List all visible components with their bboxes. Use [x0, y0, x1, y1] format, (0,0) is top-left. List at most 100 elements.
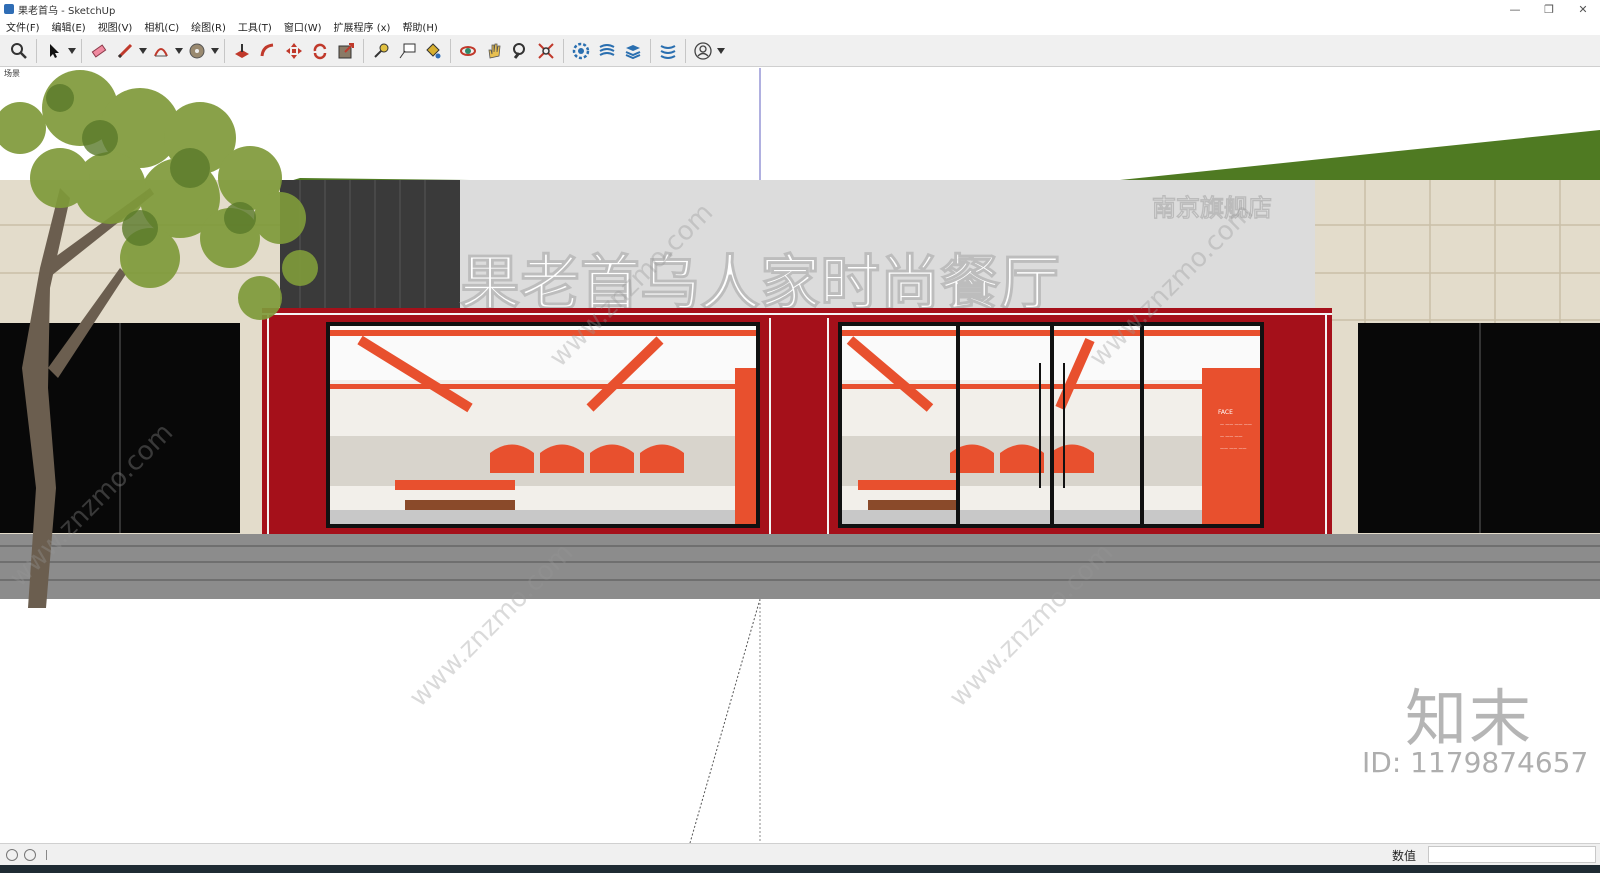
measurements-input[interactable]	[1428, 846, 1596, 863]
menu-draw[interactable]: 绘图(R)	[185, 19, 232, 34]
arc-dropdown[interactable]	[174, 38, 184, 64]
wall-board-line-3: —— —— ——	[1220, 446, 1247, 451]
toolbar-separator	[36, 38, 37, 63]
paint-bucket-icon	[426, 42, 441, 58]
arc-icon	[154, 47, 168, 56]
menu-camera[interactable]: 相机(C)	[138, 19, 185, 34]
paint-bucket-button[interactable]	[420, 38, 446, 64]
stone-panel	[280, 180, 460, 315]
restore-button[interactable]: ❐	[1532, 0, 1566, 18]
scale-icon	[338, 42, 354, 58]
menu-window[interactable]: 窗口(W)	[278, 19, 328, 34]
eraser-button[interactable]	[86, 38, 112, 64]
orbit-button[interactable]	[455, 38, 481, 64]
green-axis	[689, 598, 761, 843]
toolbar-separator	[363, 38, 364, 63]
arrow-cursor-icon	[50, 43, 59, 58]
menu-edit[interactable]: 编辑(E)	[46, 19, 92, 34]
pencil-dropdown[interactable]	[138, 38, 148, 64]
move-button[interactable]	[281, 38, 307, 64]
toolbar-separator	[224, 38, 225, 63]
toolbar-separator	[563, 38, 564, 63]
status-divider	[46, 850, 47, 860]
follow-me-icon	[260, 43, 274, 56]
chevron-down-icon	[717, 47, 725, 54]
watermark-brand: 知末	[1405, 682, 1534, 755]
warehouse-gear-icon	[572, 42, 590, 59]
zoom-extents-button[interactable]	[6, 38, 32, 64]
hand-icon	[488, 43, 501, 58]
push-pull-button[interactable]	[229, 38, 255, 64]
close-button[interactable]: ✕	[1566, 0, 1600, 18]
magnifier-icon	[11, 42, 27, 59]
right-pilaster	[1330, 323, 1358, 533]
watermark-id: ID: 1179874657	[1362, 746, 1589, 779]
interior-left	[328, 324, 758, 526]
3d-warehouse-button[interactable]	[568, 38, 594, 64]
extension-warehouse-button[interactable]	[594, 38, 620, 64]
menu-help[interactable]: 帮助(H)	[396, 19, 443, 34]
circle-shape-icon	[189, 43, 205, 58]
menu-view[interactable]: 视图(V)	[92, 19, 139, 34]
zoom-magnifier-icon	[513, 42, 525, 59]
toolbar-separator	[650, 38, 651, 63]
toolbar-separator	[450, 38, 451, 63]
taskbar	[0, 865, 1600, 873]
rotate-button[interactable]	[307, 38, 333, 64]
drawing-viewport[interactable]: 场景 果老首乌人家时尚餐厅 南京旗舰店 FACE — —— —— —— — ——…	[0, 68, 1600, 843]
shape-button[interactable]	[184, 38, 210, 64]
sandbox-icon	[660, 44, 676, 59]
layers-stack-icon	[625, 44, 641, 59]
toolbar-separator	[81, 38, 82, 63]
arc-button[interactable]	[148, 38, 174, 64]
lawn-right	[1120, 130, 1600, 184]
pencil-button[interactable]	[112, 38, 138, 64]
zoom-extents-icon	[538, 42, 554, 59]
chevron-down-icon	[139, 47, 147, 54]
rotate-icon	[313, 43, 327, 59]
select-button[interactable]	[41, 38, 67, 64]
follow-me-button[interactable]	[255, 38, 281, 64]
extension-warehouse-icon	[599, 43, 615, 56]
title-bar: 果老首乌 - SketchUp — ❐ ✕	[0, 0, 1600, 18]
credits-icon[interactable]	[24, 849, 36, 861]
wall-board-line-2: — —— ——	[1220, 434, 1243, 439]
user-avatar-icon	[694, 41, 712, 60]
chevron-down-icon	[68, 47, 76, 54]
menu-file[interactable]: 文件(F)	[0, 19, 46, 34]
pencil-icon	[117, 43, 133, 58]
menu-bar: 文件(F) 编辑(E) 视图(V) 相机(C) 绘图(R) 工具(T) 窗口(W…	[0, 18, 1600, 35]
sidewalk	[0, 534, 1600, 599]
zoom-button[interactable]	[507, 38, 533, 64]
sketchup-app-icon	[4, 4, 14, 14]
move-arrows-icon	[286, 42, 302, 59]
storefront-model: 果老首乌人家时尚餐厅 南京旗舰店 FACE — —— —— —— — —— ——…	[0, 68, 1600, 843]
toolbar-separator	[685, 38, 686, 63]
menu-tools[interactable]: 工具(T)	[232, 19, 278, 34]
center-pillar	[768, 316, 830, 534]
scene-tab[interactable]: 场景	[4, 68, 20, 79]
select-dropdown[interactable]	[67, 38, 77, 64]
minimize-button[interactable]: —	[1498, 0, 1532, 18]
geolocation-icon[interactable]	[6, 849, 18, 861]
layout-button[interactable]	[620, 38, 646, 64]
account-button[interactable]	[690, 38, 716, 64]
eraser-icon	[91, 43, 107, 58]
orbit-icon	[460, 45, 476, 56]
pan-button[interactable]	[481, 38, 507, 64]
measurements-label: 数值	[1392, 849, 1417, 863]
account-dropdown[interactable]	[716, 38, 726, 64]
zoom-window-button[interactable]	[533, 38, 559, 64]
menu-extensions[interactable]: 扩展程序 (x)	[328, 19, 397, 34]
sandbox-button[interactable]	[655, 38, 681, 64]
text-button[interactable]	[394, 38, 420, 64]
text-label-icon	[399, 43, 416, 58]
status-bar: 数值	[0, 843, 1600, 866]
window-title: 果老首乌 - SketchUp	[18, 5, 116, 17]
wall-board-heading: FACE	[1218, 409, 1233, 416]
tape-measure-button[interactable]	[368, 38, 394, 64]
scale-button[interactable]	[333, 38, 359, 64]
push-pull-icon	[235, 43, 249, 58]
shape-dropdown[interactable]	[210, 38, 220, 64]
chevron-down-icon	[211, 47, 219, 54]
